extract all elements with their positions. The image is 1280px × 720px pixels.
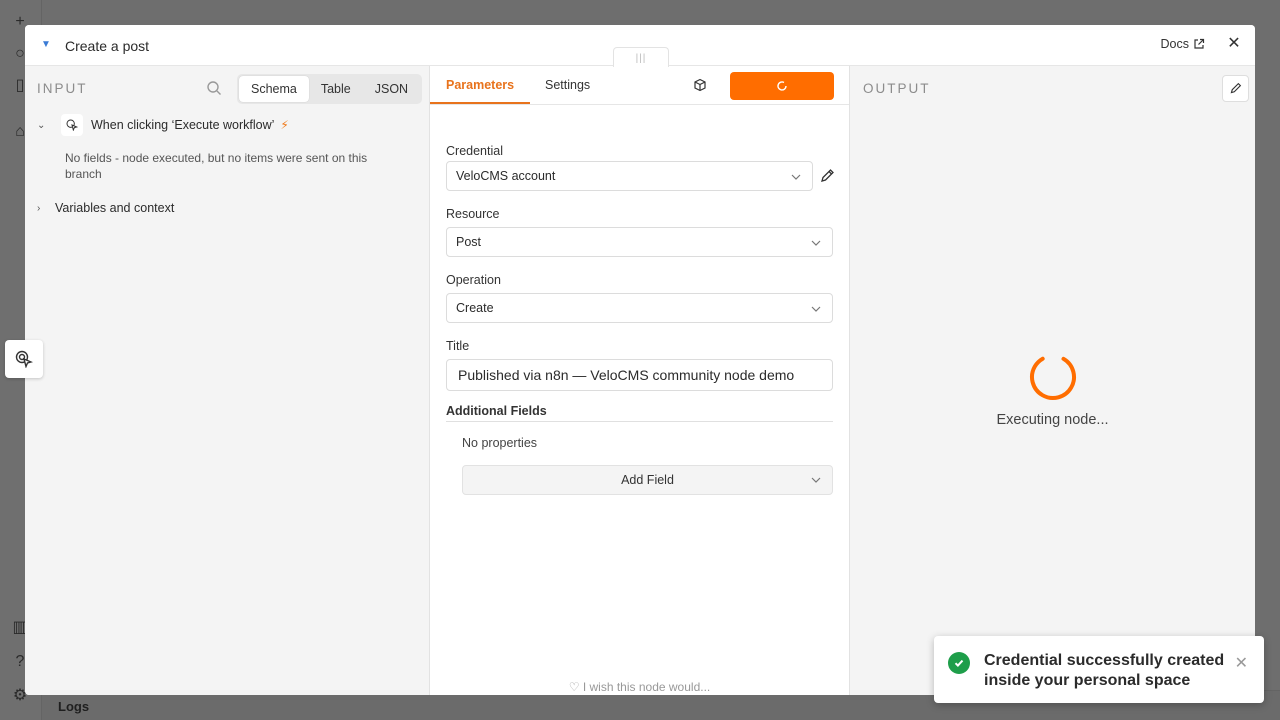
trigger-node-icon[interactable] (5, 340, 43, 378)
add-field-button[interactable]: Add Field (462, 465, 833, 495)
chevron-down-icon (811, 477, 821, 483)
edit-output-button[interactable] (1222, 75, 1249, 102)
pencil-icon (1230, 82, 1242, 94)
resource-select[interactable]: Post (446, 227, 833, 257)
feedback-link[interactable]: ♡ I wish this node would... (430, 680, 849, 694)
title-label: Title (446, 339, 470, 353)
tab-table[interactable]: Table (309, 76, 363, 102)
variables-label: Variables and context (55, 201, 175, 215)
tab-json[interactable]: JSON (363, 76, 420, 102)
chevron-down-icon (811, 240, 821, 246)
operation-label: Operation (446, 273, 501, 287)
logs-label: Logs (58, 699, 90, 714)
input-panel-label: INPUT (37, 81, 88, 96)
parameters-panel: Parameters Settings Credential VeloCMS a… (430, 66, 850, 695)
additional-fields-label: Additional Fields (446, 404, 547, 418)
chevron-down-icon (791, 174, 801, 180)
output-panel: OUTPUT Executing node... (850, 66, 1255, 695)
operation-select[interactable]: Create (446, 293, 833, 323)
docs-label: Docs (1160, 37, 1189, 51)
active-tab-indicator (430, 102, 530, 104)
credential-value: VeloCMS account (456, 169, 556, 183)
lightning-icon: ⚡ (280, 118, 289, 132)
node-modal: ▼ Create a post Docs ✕ ||| INPUT Schema … (25, 25, 1255, 695)
output-panel-label: OUTPUT (863, 81, 931, 96)
docs-link[interactable]: Docs (1161, 37, 1205, 51)
tab-schema[interactable]: Schema (239, 76, 309, 102)
tab-settings[interactable]: Settings (545, 78, 590, 92)
cursor-click-icon (61, 114, 83, 136)
executing-status: Executing node... (996, 412, 1109, 428)
no-properties-text: No properties (462, 436, 538, 450)
operation-value: Create (456, 301, 494, 315)
pencil-icon[interactable] (819, 168, 835, 184)
lightbulb-icon: ♡ (568, 680, 580, 694)
execute-step-button[interactable] (730, 72, 834, 100)
variables-row[interactable]: › Variables and context (37, 201, 174, 215)
toast-message: Credential successfully created inside y… (984, 652, 1225, 689)
node-title[interactable]: Create a post (65, 38, 149, 54)
resource-label: Resource (446, 207, 500, 221)
search-icon[interactable] (206, 80, 222, 96)
feedback-text: I wish this node would... (582, 680, 711, 694)
cube-icon[interactable] (693, 78, 707, 92)
external-link-icon (1194, 38, 1205, 49)
loading-spinner-icon (777, 81, 787, 91)
success-toast: Credential successfully created inside y… (934, 636, 1264, 703)
chevron-right-icon[interactable]: › (37, 203, 51, 214)
title-input[interactable]: Published via n8n — VeloCMS community no… (446, 359, 833, 391)
loading-spinner-icon (1030, 354, 1076, 400)
input-panel: INPUT Schema Table JSON ⌄ When clicking … (25, 66, 430, 695)
divider (446, 421, 833, 422)
close-button[interactable]: ✕ (1225, 35, 1243, 53)
chevron-down-icon (811, 306, 821, 312)
no-fields-message: No fields - node executed, but no items … (65, 151, 368, 181)
credential-label: Credential (446, 144, 503, 158)
input-view-tabs: Schema Table JSON (237, 74, 423, 104)
velocms-logo-icon: ▼ (41, 39, 51, 50)
credential-select[interactable]: VeloCMS account (446, 161, 813, 191)
tab-parameters[interactable]: Parameters (446, 78, 514, 92)
resource-value: Post (456, 235, 482, 249)
panel-drag-handle[interactable]: ||| (613, 47, 669, 67)
check-icon (948, 652, 970, 674)
add-field-label: Add Field (621, 473, 674, 487)
trigger-node-name: When clicking ‘Execute workflow’ (91, 118, 275, 132)
chevron-down-icon[interactable]: ⌄ (37, 120, 51, 131)
trigger-node-row[interactable]: ⌄ When clicking ‘Execute workflow’ ⚡ (37, 114, 289, 136)
parameter-tabs: Parameters Settings (430, 66, 849, 105)
toast-close-button[interactable]: ✕ (1235, 653, 1248, 673)
